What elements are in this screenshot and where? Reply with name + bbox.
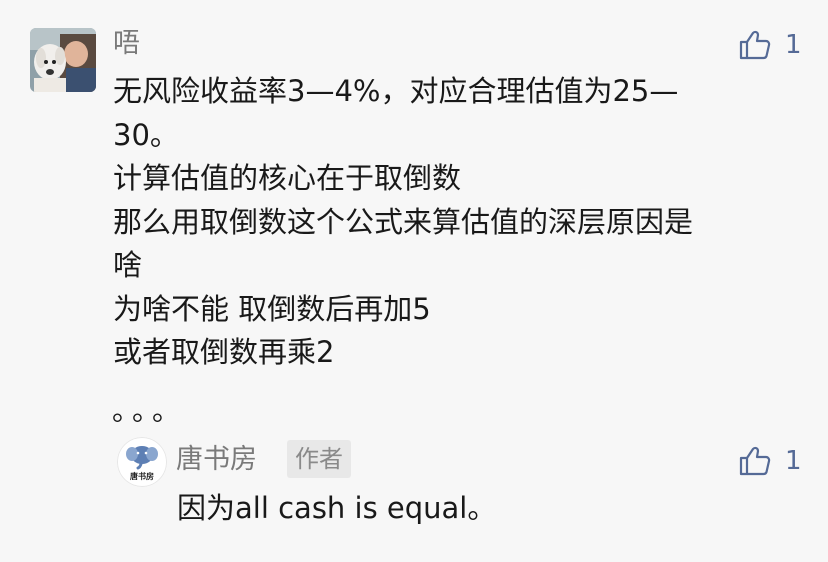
reply-like-count: 1 xyxy=(785,446,802,476)
comment-line: 啥 xyxy=(113,248,143,282)
author-name[interactable]: 唐书房 xyxy=(176,440,257,480)
reply-like-button[interactable]: 1 xyxy=(739,446,802,476)
thumbs-up-icon xyxy=(739,446,771,476)
comment-trailing-text: 。。。 xyxy=(112,394,187,427)
commenter-name[interactable]: 唔 xyxy=(113,24,140,64)
reply-text: 因为all cash is equal。 xyxy=(177,491,497,525)
comment-line: 那么用取倒数这个公式来算估值的深层原因是 xyxy=(113,204,694,239)
comment-line: 无风险收益率3—4%，对应合理估值为25— xyxy=(113,74,679,108)
comment-text: 无风险收益率3—4%，对应合理估值为25— 30。 计算估值的核心在于取倒数 那… xyxy=(113,70,803,375)
comment-line: 为啥不能 取倒数后再加5 xyxy=(113,291,431,326)
avatar-logo-text: 唐书房 xyxy=(130,471,154,481)
comment-like-count: 1 xyxy=(785,30,802,60)
comment-line: 或者取倒数再乘2 xyxy=(113,335,335,369)
comment-like-button[interactable]: 1 xyxy=(739,30,802,60)
commenter-avatar[interactable] xyxy=(30,28,96,92)
author-avatar[interactable]: 唐书房 xyxy=(117,437,167,487)
comment-line: 30。 xyxy=(113,117,179,152)
elephant-logo-icon: 唐书房 xyxy=(117,437,167,487)
comment-line: 计算估值的核心在于取倒数 xyxy=(113,161,462,195)
author-badge: 作者 xyxy=(287,440,351,478)
avatar-photo xyxy=(30,28,96,92)
thumbs-up-icon xyxy=(739,30,771,60)
